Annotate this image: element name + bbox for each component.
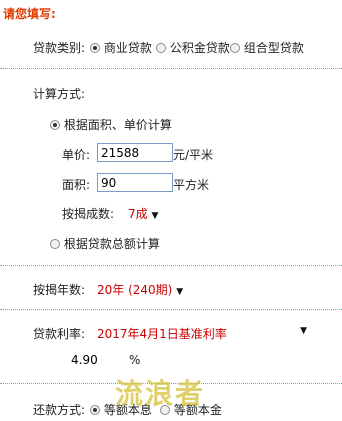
loan-type-commercial-label: 商业贷款: [103, 41, 152, 55]
rate-select[interactable]: 2017年4月1日基准利率 ▼: [97, 325, 307, 342]
page-title: 请您填写:: [3, 7, 56, 21]
area-input[interactable]: [97, 173, 173, 192]
calc-by-area-option[interactable]: 根据面积、单价计算: [50, 116, 172, 133]
radio-calc-total[interactable]: [50, 239, 60, 249]
radio-combined[interactable]: [230, 43, 240, 53]
calc-by-area-label: 根据面积、单价计算: [63, 118, 172, 132]
unit-price-unit: 元/平米: [173, 148, 214, 162]
years-select-value: 20年 (240期): [97, 283, 173, 297]
years-select[interactable]: 20年 (240期) ▼: [97, 281, 183, 298]
rate-unit: %: [129, 353, 141, 367]
rate-input[interactable]: [68, 350, 124, 369]
radio-repay-1[interactable]: [90, 405, 100, 415]
area-label: 面积:: [62, 178, 91, 192]
radio-provident[interactable]: [156, 43, 166, 53]
loan-type-combined-label: 组合型贷款: [243, 41, 304, 55]
calc-by-total-option[interactable]: 根据贷款总额计算: [50, 235, 160, 252]
ratio-select[interactable]: 7成 ▼: [128, 205, 158, 222]
rate-select-value: 2017年4月1日基准利率: [97, 327, 227, 341]
unit-price-input[interactable]: [97, 143, 173, 162]
unit-price-label: 单价:: [62, 148, 91, 162]
years-label: 按揭年数:: [33, 283, 86, 297]
divider: [0, 68, 342, 69]
rate-label: 贷款利率:: [33, 327, 86, 341]
radio-commercial[interactable]: [90, 43, 100, 53]
loan-type-label: 贷款类别:: [33, 41, 86, 55]
ratio-label: 按揭成数:: [62, 207, 115, 221]
ratio-select-value: 7成: [128, 207, 148, 221]
area-unit: 平方米: [173, 178, 210, 192]
loan-type-provident-label: 公积金贷款: [169, 41, 230, 55]
calc-by-total-label: 根据贷款总额计算: [63, 237, 160, 251]
divider: [0, 265, 342, 266]
dropdown-arrow-icon: ▼: [176, 287, 184, 297]
repay-label: 还款方式:: [33, 403, 86, 417]
loan-type-commercial[interactable]: 商业贷款: [90, 39, 152, 56]
calc-method-label: 计算方式:: [33, 87, 86, 101]
divider: [0, 309, 342, 310]
loan-type-combined[interactable]: 组合型贷款: [230, 39, 304, 56]
dropdown-arrow-icon: ▼: [300, 326, 307, 336]
dropdown-arrow-icon: ▼: [151, 211, 159, 221]
radio-calc-area[interactable]: [50, 120, 60, 130]
loan-type-provident[interactable]: 公积金贷款: [156, 39, 230, 56]
watermark: 流浪者: [115, 377, 206, 410]
